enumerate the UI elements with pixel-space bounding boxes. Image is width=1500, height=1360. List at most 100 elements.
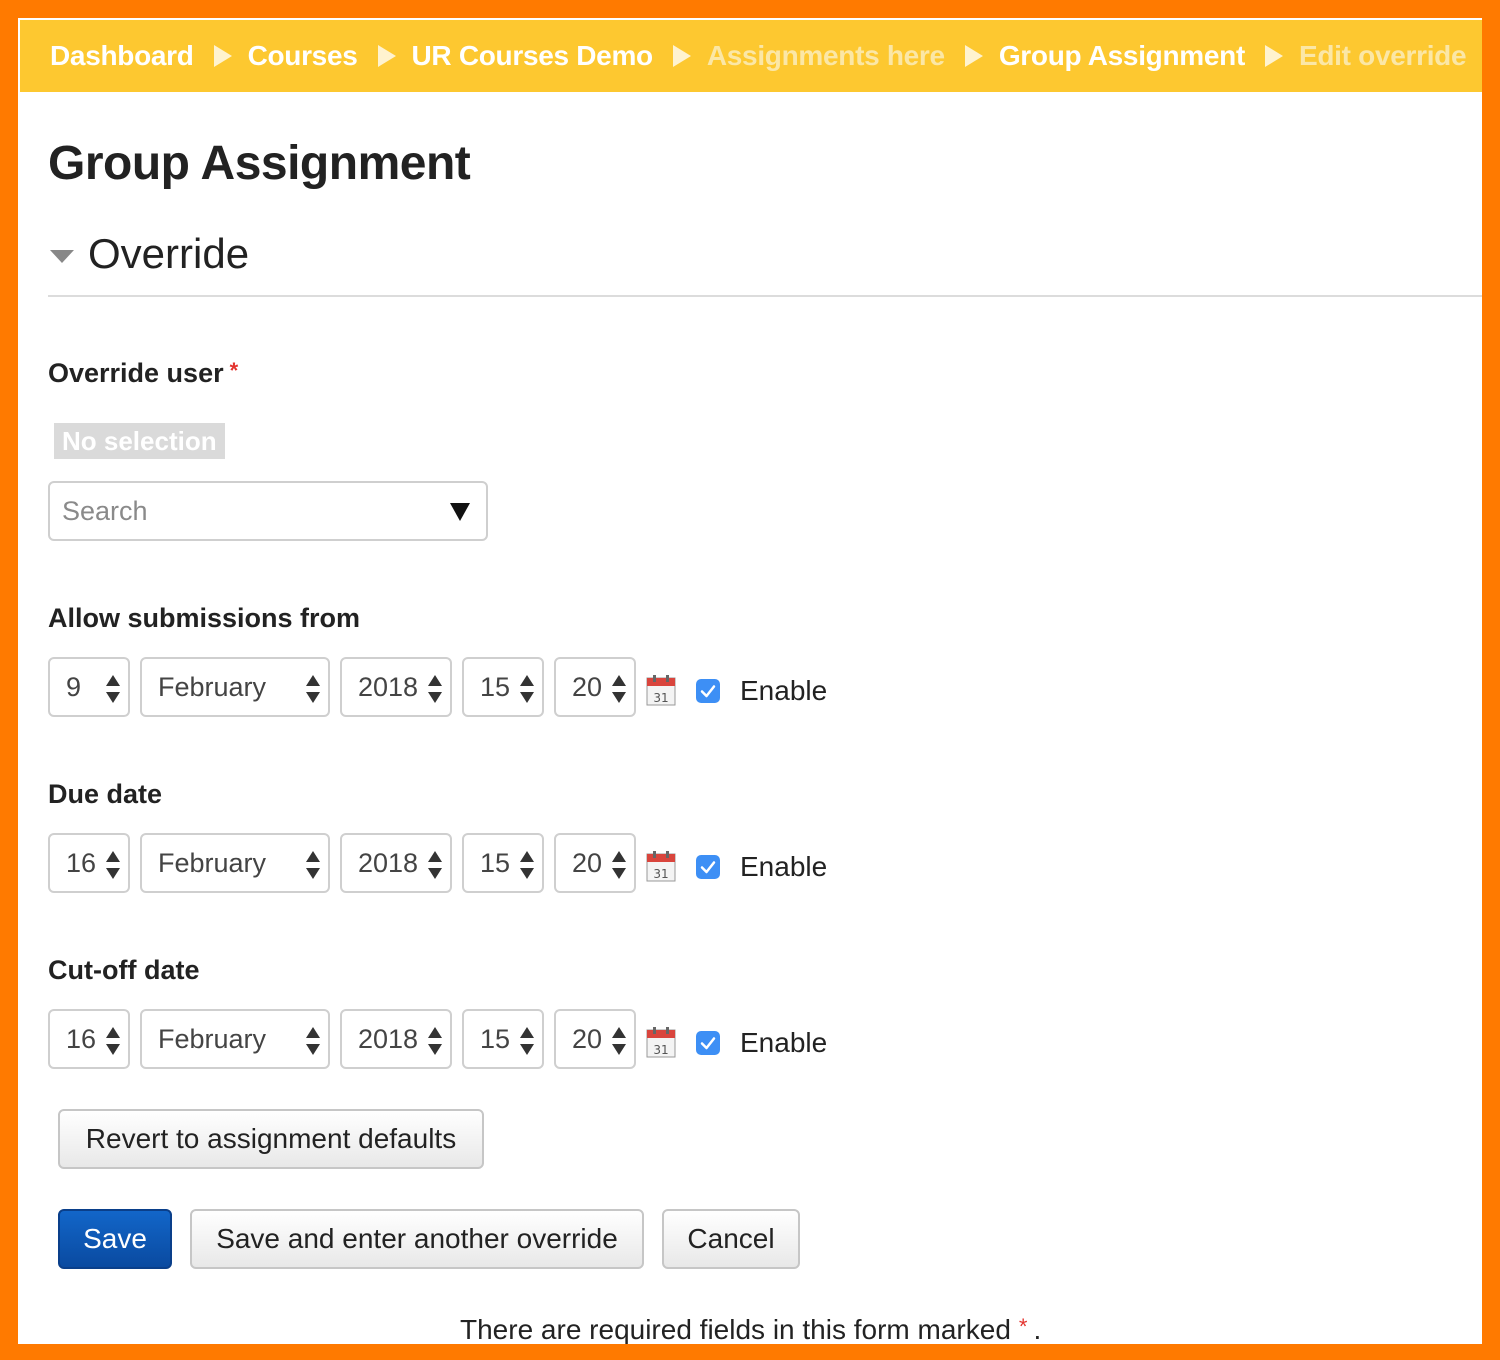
spinner-icon [520,851,534,879]
section-divider [48,295,1482,297]
allow-from-year-select[interactable]: 2018 [340,657,452,717]
override-section-toggle[interactable]: Override [50,230,249,278]
due-enable-checkbox[interactable] [696,855,720,879]
cutoff-day-value: 16 [66,1023,97,1054]
svg-text:31: 31 [653,691,668,705]
due-hour-select[interactable]: 15 [462,833,544,893]
allow-from-label: Allow submissions from [48,603,361,633]
cutoff-enable-checkbox[interactable] [696,1031,720,1055]
cutoff-month-select[interactable]: February [140,1009,330,1069]
required-star-icon: * [1018,1314,1028,1339]
required-star-icon: * [229,358,239,383]
breadcrumb-separator-icon [964,45,983,67]
collapse-arrow-icon [50,249,74,263]
allow-from-date-row: 9 February 2018 15 20 31 Enable [48,657,827,717]
allow-from-month-value: February [158,671,267,702]
spinner-icon [612,675,626,703]
spinner-icon [612,1027,626,1055]
spinner-icon [106,1027,120,1055]
due-year-value: 2018 [358,847,419,878]
allow-from-enable-checkbox[interactable] [696,679,720,703]
breadcrumb-course[interactable]: UR Courses Demo [412,40,654,72]
calendar-icon[interactable]: 31 [646,674,676,706]
due-month-select[interactable]: February [140,833,330,893]
due-day-select[interactable]: 16 [48,833,130,893]
svg-text:31: 31 [653,867,668,881]
cutoff-month-value: February [158,1023,267,1054]
cutoff-minute-value: 20 [572,1023,603,1054]
due-enable-label: Enable [740,851,828,882]
breadcrumb-assignment[interactable]: Group Assignment [999,40,1245,72]
allow-from-day-value: 9 [66,671,82,702]
required-note-end: . [1033,1314,1042,1344]
breadcrumb-courses[interactable]: Courses [248,40,358,72]
spinner-icon [428,1027,442,1055]
cancel-button[interactable]: Cancel [662,1209,800,1269]
override-user-label: Override user * [48,358,238,389]
breadcrumb: Dashboard Courses UR Courses Demo Assign… [20,20,1482,92]
user-search-dropdown[interactable] [48,481,488,541]
user-search-input[interactable] [62,495,432,527]
due-minute-value: 20 [572,847,603,878]
allow-from-year-value: 2018 [358,671,419,702]
due-year-select[interactable]: 2018 [340,833,452,893]
spinner-icon [428,675,442,703]
save-button[interactable]: Save [58,1209,172,1269]
due-minute-select[interactable]: 20 [554,833,636,893]
due-date-label: Due date [48,779,163,809]
cutoff-year-value: 2018 [358,1023,419,1054]
save-another-override-button[interactable]: Save and enter another override [190,1209,644,1269]
dropdown-arrow-icon[interactable] [450,503,470,521]
spinner-icon [306,675,320,703]
spinner-icon [306,1027,320,1055]
allow-from-hour-value: 15 [480,671,511,702]
breadcrumb-separator-icon [1265,45,1283,67]
calendar-icon[interactable]: 31 [646,1026,676,1058]
required-note-text: There are required fields in this form m… [460,1314,1011,1344]
cutoff-year-select[interactable]: 2018 [340,1009,452,1069]
cutoff-enable-toggle[interactable]: Enable [696,1027,827,1059]
due-enable-toggle[interactable]: Enable [696,851,827,883]
breadcrumb-dashboard[interactable]: Dashboard [50,40,194,72]
cutoff-day-select[interactable]: 16 [48,1009,130,1069]
calendar-icon[interactable]: 31 [646,850,676,882]
page-title: Group Assignment [48,137,471,190]
breadcrumb-separator-icon [672,45,691,67]
allow-from-hour-select[interactable]: 15 [462,657,544,717]
breadcrumb-section[interactable]: Assignments here [707,40,945,72]
section-title: Override [88,230,250,277]
user-selection-badge: No selection [54,423,225,459]
due-date-row: 16 February 2018 15 20 31 Enable [48,833,827,893]
allow-from-enable-toggle[interactable]: Enable [696,675,827,707]
cutoff-date-row: 16 February 2018 15 20 31 Enable [48,1009,827,1069]
due-day-value: 16 [66,847,97,878]
allow-from-day-select[interactable]: 9 [48,657,130,717]
svg-text:31: 31 [653,1043,668,1057]
spinner-icon [106,851,120,879]
allow-from-minute-value: 20 [572,671,603,702]
cutoff-enable-label: Enable [740,1027,828,1058]
cutoff-minute-select[interactable]: 20 [554,1009,636,1069]
checkmark-icon [700,861,716,874]
spinner-icon [520,675,534,703]
cutoff-hour-select[interactable]: 15 [462,1009,544,1069]
checkmark-icon [700,1037,716,1050]
page-frame: Dashboard Courses UR Courses Demo Assign… [18,18,1482,1344]
breadcrumb-current: Edit override [1299,40,1467,71]
allow-from-enable-label: Enable [740,675,828,706]
allow-from-minute-select[interactable]: 20 [554,657,636,717]
revert-defaults-button[interactable]: Revert to assignment defaults [58,1109,484,1169]
override-user-label-text: Override user [48,358,224,388]
checkmark-icon [700,685,716,698]
spinner-icon [428,851,442,879]
required-fields-note: There are required fields in this form m… [460,1314,1041,1344]
spinner-icon [520,1027,534,1055]
spinner-icon [106,675,120,703]
breadcrumb-separator-icon [213,45,232,67]
allow-from-month-select[interactable]: February [140,657,330,717]
due-hour-value: 15 [480,847,511,878]
due-month-value: February [158,847,267,878]
cutoff-hour-value: 15 [480,1023,511,1054]
spinner-icon [306,851,320,879]
breadcrumb-separator-icon [377,45,396,67]
